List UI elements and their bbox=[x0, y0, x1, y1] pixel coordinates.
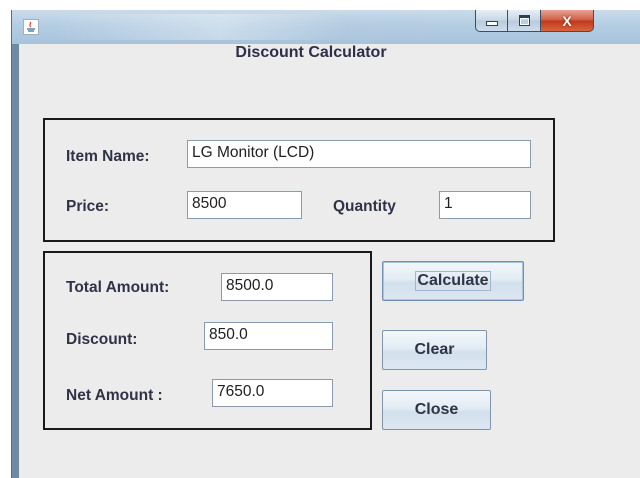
close-button[interactable]: Close bbox=[382, 390, 491, 430]
clear-button[interactable]: Clear bbox=[382, 330, 487, 370]
maximize-button[interactable] bbox=[508, 10, 541, 32]
close-button-label: Close bbox=[414, 401, 459, 418]
maximize-icon bbox=[518, 15, 530, 26]
java-app-icon[interactable] bbox=[23, 19, 39, 35]
form-heading: Discount Calculator bbox=[235, 44, 387, 61]
title-bar[interactable]: X bbox=[12, 10, 640, 44]
item-name-label: Item Name: bbox=[66, 148, 150, 165]
total-amount-label: Total Amount: bbox=[66, 279, 170, 296]
item-panel bbox=[43, 118, 555, 242]
quantity-label: Quantity bbox=[333, 198, 396, 215]
net-amount-label: Net Amount : bbox=[66, 387, 163, 404]
calculate-button[interactable]: Calculate bbox=[382, 261, 524, 301]
item-name-field[interactable]: LG Monitor (LCD) bbox=[187, 140, 531, 168]
close-icon: X bbox=[562, 12, 572, 29]
minimize-icon bbox=[485, 21, 498, 26]
price-field[interactable]: 8500 bbox=[187, 191, 302, 219]
total-amount-field[interactable]: 8500.0 bbox=[221, 273, 333, 301]
discount-label: Discount: bbox=[66, 331, 138, 348]
clear-button-label: Clear bbox=[414, 341, 455, 358]
close-window-button[interactable]: X bbox=[541, 10, 594, 32]
net-amount-field[interactable]: 7650.0 bbox=[212, 379, 333, 407]
quantity-field[interactable]: 1 bbox=[439, 191, 531, 219]
calculate-button-label: Calculate bbox=[415, 271, 491, 291]
price-label: Price: bbox=[66, 198, 110, 215]
discount-field[interactable]: 850.0 bbox=[204, 322, 333, 350]
minimize-button[interactable] bbox=[475, 10, 508, 32]
